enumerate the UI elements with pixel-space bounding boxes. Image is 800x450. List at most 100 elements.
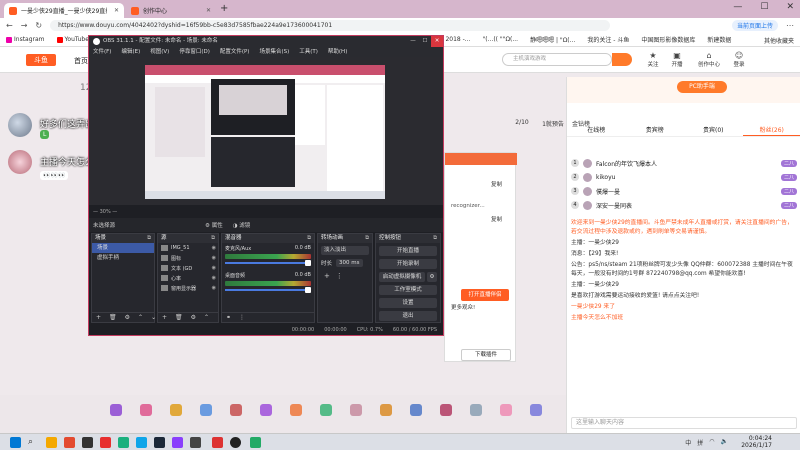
header-creator[interactable]: ⌂ 创作中心 — [694, 51, 724, 68]
tab-online[interactable]: 在线榜 — [567, 125, 626, 136]
rank-row[interactable]: 2 kikoyu 二八 — [571, 171, 797, 183]
site-search-input[interactable]: 主机演戏游戏 — [502, 53, 612, 66]
minimize-icon[interactable]: — — [733, 2, 742, 12]
exit-button[interactable]: 退出 — [379, 311, 437, 321]
app-icon[interactable] — [172, 437, 183, 448]
dock-menu-icon[interactable]: ⧉ — [211, 234, 218, 243]
start-recording-button[interactable]: 开始录制 — [379, 259, 437, 269]
app-icon[interactable] — [190, 437, 201, 448]
scene-item[interactable]: 虚拟手柄 — [92, 253, 154, 263]
new-tab-button[interactable]: + — [220, 3, 228, 14]
copy-button[interactable]: 复制 — [491, 215, 502, 223]
more-viewers-link[interactable]: 更多观众! — [451, 303, 475, 311]
duration-input[interactable]: 300 ms — [336, 259, 363, 267]
volume-slider[interactable] — [225, 287, 311, 293]
back-icon[interactable]: ← — [6, 21, 13, 30]
minimize-icon[interactable]: — — [407, 36, 419, 47]
start-icon[interactable] — [10, 437, 21, 448]
tab-creator-center[interactable]: 创作中心 ✕ — [126, 3, 216, 18]
menu-icon[interactable]: ⋮ — [336, 272, 343, 280]
settings-button[interactable]: 设置 — [379, 298, 437, 308]
chat-input[interactable]: 这里输入聊天内容 — [571, 417, 797, 429]
header-login[interactable]: ☺ 登录 — [728, 51, 750, 68]
pc-assistant-badge[interactable]: PC助手端 — [677, 81, 727, 93]
rank-row[interactable]: 1 Falcon的年饮飞爆本人 二八 — [571, 157, 797, 169]
tab-douyu-stream[interactable]: 一曼少侠29直播_一曼少侠29直播 ✕ — [4, 3, 124, 18]
visibility-icon[interactable]: ◉ — [212, 245, 218, 251]
dock-menu-icon[interactable]: ⧉ — [307, 234, 314, 243]
source-item[interactable]: 窗用显示器 ◉ — [158, 283, 218, 293]
rank-row[interactable]: 4 深安一曼同表 二八 — [571, 199, 797, 211]
close-icon[interactable]: ✕ — [114, 7, 119, 14]
app-icon[interactable] — [64, 437, 75, 448]
volume-icon[interactable]: 🔈 — [721, 438, 728, 447]
bookmark-item[interactable]: 中国图形影像数据库 — [641, 35, 695, 44]
slider-handle[interactable] — [305, 287, 311, 293]
down-icon[interactable]: ⌄ — [151, 314, 156, 321]
slider-handle[interactable] — [305, 260, 311, 266]
header-follow[interactable]: ★ 关注 — [642, 51, 664, 68]
app-icon[interactable] — [82, 437, 93, 448]
menu-profile[interactable]: 配置文件(P) — [220, 47, 250, 57]
bookmark-item[interactable]: 我的关注 - 斗鱼 — [587, 35, 629, 44]
source-item[interactable]: 文本 (GD ◉ — [158, 263, 218, 273]
search-icon[interactable]: ⌕ — [28, 437, 39, 448]
bookmark-item[interactable]: "(...(( ""Ω(... — [483, 36, 519, 43]
gift-icon[interactable] — [140, 404, 152, 416]
filters-button[interactable]: ◑ 滤镜 — [233, 221, 251, 229]
obs-preview[interactable] — [89, 57, 443, 205]
maximize-icon[interactable]: ☐ — [419, 36, 431, 47]
dock-menu-icon[interactable]: ⧉ — [433, 234, 440, 243]
settings-icon[interactable]: ⚙ — [125, 314, 130, 321]
copy-button[interactable]: 复制 — [491, 180, 502, 188]
menu-scene-collection[interactable]: 场景集合(S) — [259, 47, 289, 57]
app-icon[interactable] — [250, 437, 261, 448]
bookmark-item[interactable]: YouTube — [56, 36, 89, 43]
tab-noble[interactable]: 贵宾(0) — [684, 125, 743, 136]
studio-mode-button[interactable]: 工作室模式 — [379, 285, 437, 295]
source-item[interactable]: 心率 ◉ — [158, 273, 218, 283]
reload-icon[interactable]: ↻ — [35, 21, 42, 30]
gift-icon[interactable] — [230, 404, 242, 416]
dock-menu-icon[interactable]: ⧉ — [365, 234, 372, 243]
gift-icon[interactable] — [170, 404, 182, 416]
up-icon[interactable]: ⌃ — [138, 314, 143, 321]
menu-help[interactable]: 帮助(H) — [328, 47, 347, 57]
source-item[interactable]: IMG_51 ◉ — [158, 243, 218, 253]
maximize-icon[interactable]: ☐ — [760, 2, 768, 12]
steam-icon[interactable] — [154, 437, 165, 448]
close-icon[interactable]: ✕ — [786, 2, 794, 12]
bookmark-item[interactable]: Instagram — [6, 36, 45, 43]
volume-slider[interactable] — [225, 260, 311, 266]
up-icon[interactable]: ⌃ — [204, 314, 209, 321]
menu-icon[interactable]: ⋯ — [786, 21, 794, 30]
obs-icon[interactable] — [230, 437, 241, 448]
add-icon[interactable]: + — [162, 314, 167, 321]
close-icon[interactable]: ✕ — [431, 36, 443, 47]
open-assistant-button[interactable]: 打开直播伴侣 — [461, 289, 509, 301]
gift-icon[interactable] — [380, 404, 392, 416]
menu-edit[interactable]: 编辑(E) — [121, 47, 140, 57]
gift-icon[interactable] — [350, 404, 362, 416]
tab-fans[interactable]: 粉丝(26) — [742, 125, 800, 136]
gift-icon[interactable] — [200, 404, 212, 416]
settings-icon[interactable]: ⚙ — [191, 314, 196, 321]
scene-item[interactable]: 场景 — [92, 243, 154, 253]
close-icon[interactable]: ✕ — [206, 7, 211, 14]
dock-menu-icon[interactable]: ⧉ — [147, 234, 154, 243]
remove-icon[interactable]: 🗑 — [109, 314, 117, 321]
gift-icon[interactable] — [470, 404, 482, 416]
app-icon[interactable] — [136, 437, 147, 448]
menu-tools[interactable]: 工具(T) — [299, 47, 318, 57]
nav-home-link[interactable]: 首页 — [74, 56, 88, 66]
visibility-icon[interactable]: ◉ — [212, 275, 218, 281]
gift-icon[interactable] — [290, 404, 302, 416]
rank-row[interactable]: 3 僕爆一曼 二八 — [571, 185, 797, 197]
gift-icon[interactable] — [530, 404, 542, 416]
file-explorer-icon[interactable] — [46, 437, 57, 448]
tab-vip[interactable]: 贵宾榜 — [626, 125, 685, 136]
menu-docks[interactable]: 停靠窗口(D) — [179, 47, 210, 57]
menu-file[interactable]: 文件(F) — [93, 47, 111, 57]
remove-icon[interactable]: 🗑 — [175, 314, 183, 321]
download-plugin-button[interactable]: 下载插件 — [461, 349, 511, 361]
